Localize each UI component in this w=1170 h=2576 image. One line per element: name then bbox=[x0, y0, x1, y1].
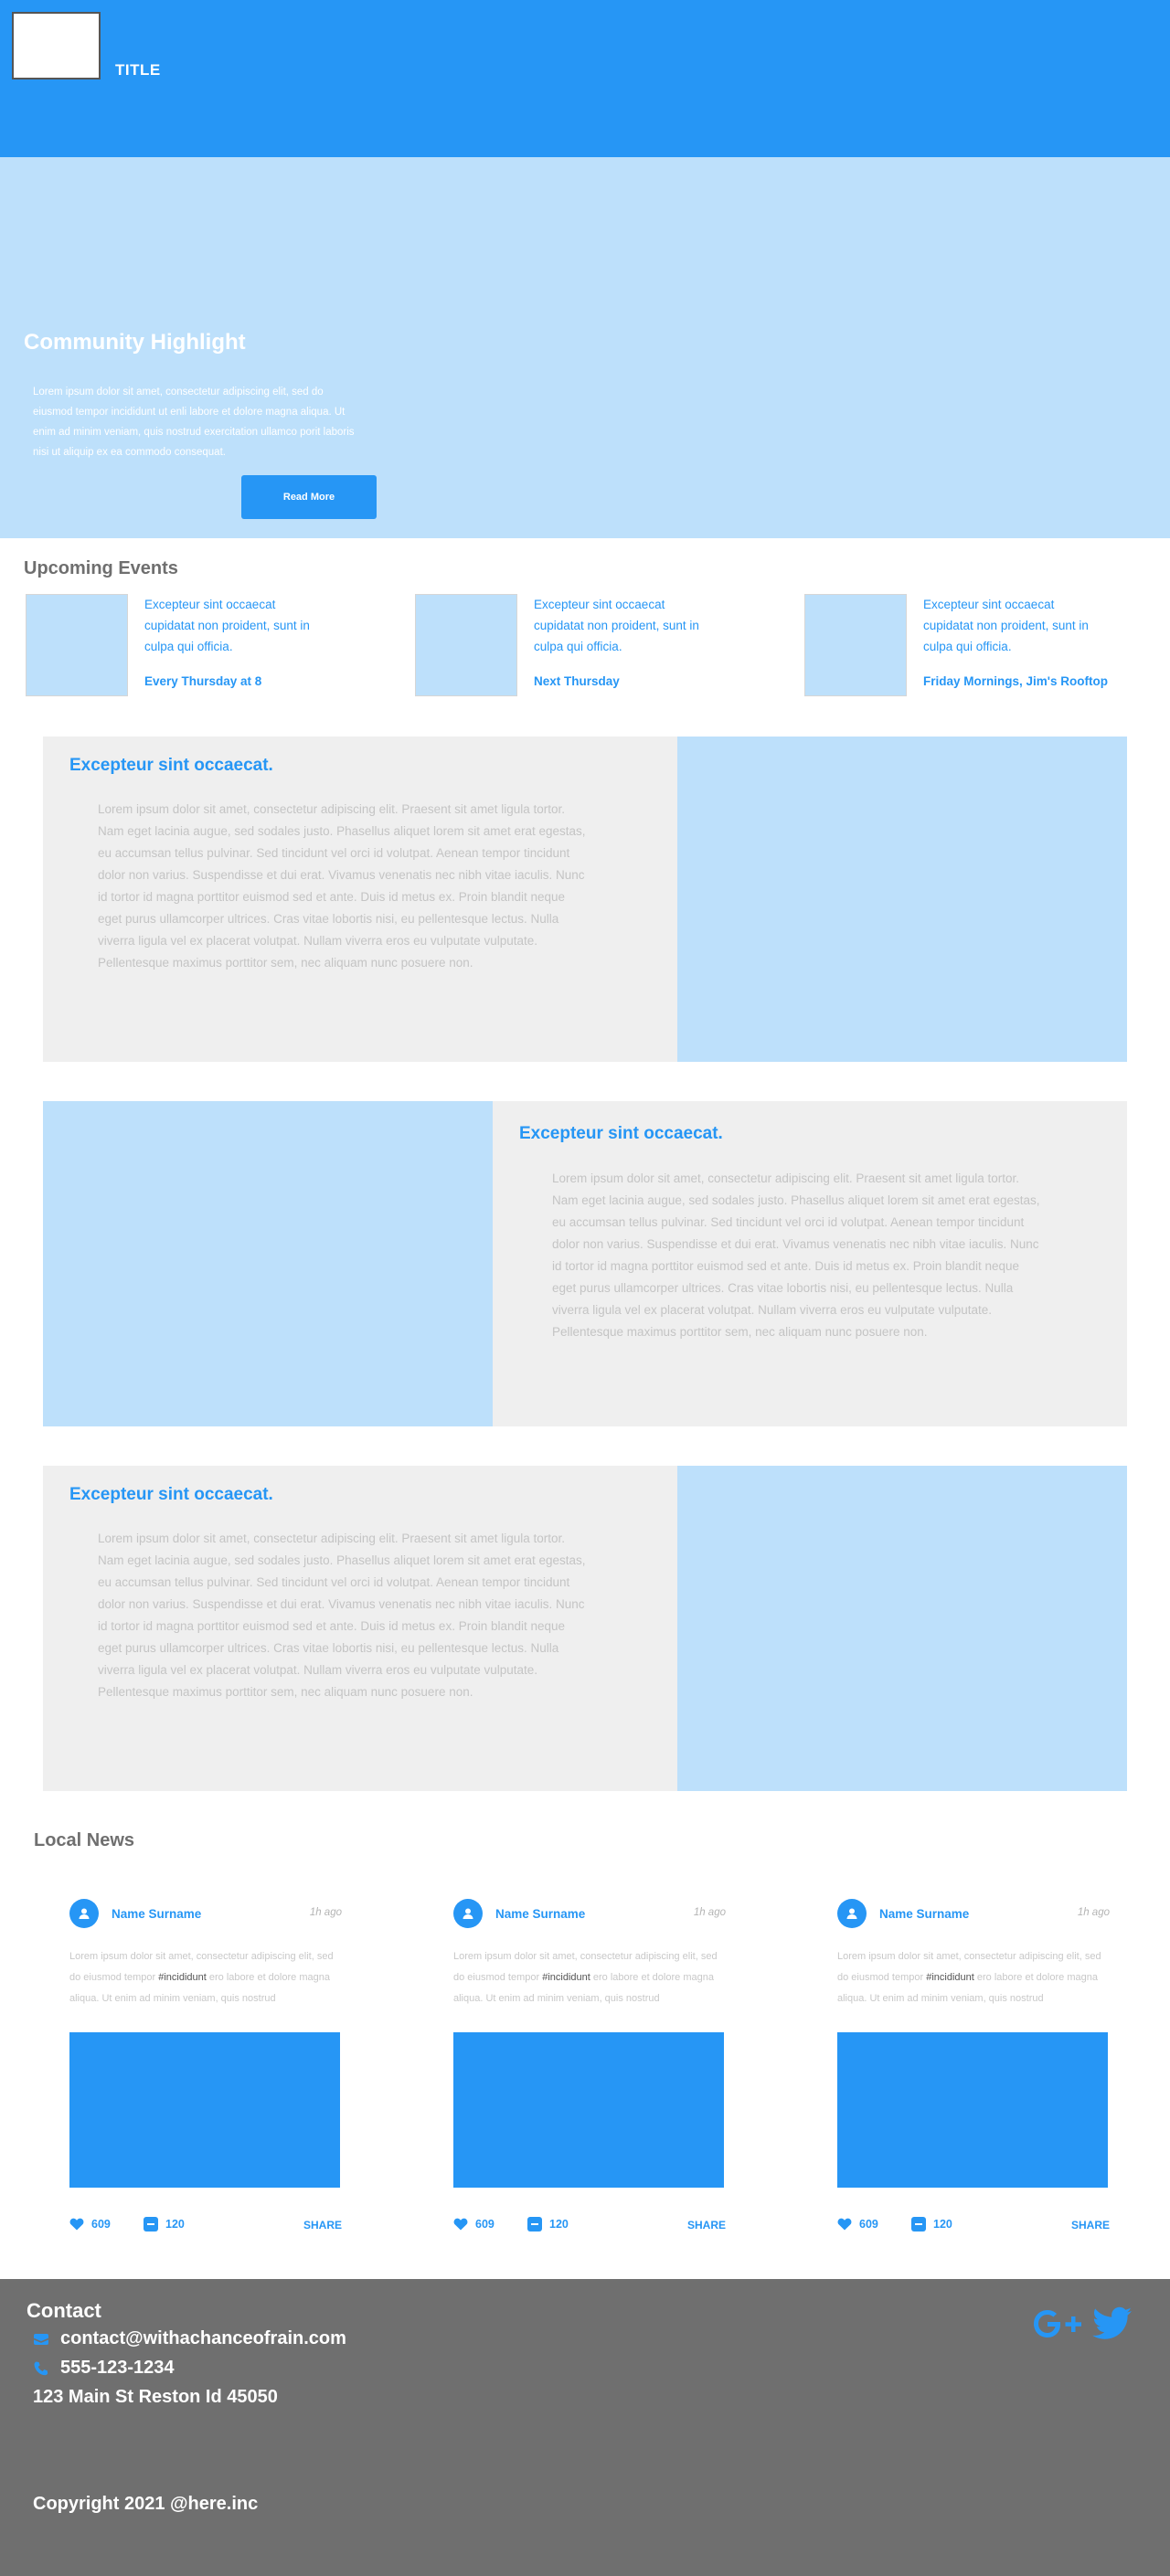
post-time: 1h ago bbox=[309, 1907, 342, 1918]
phone-number[interactable]: 555-123-1234 bbox=[60, 2358, 175, 2379]
feature-title: Excepteur sint occaecat. bbox=[69, 756, 273, 775]
author-name[interactable]: Name Surname bbox=[495, 1907, 585, 1921]
feature-image bbox=[43, 1101, 493, 1426]
hero-title: Community Highlight bbox=[24, 330, 246, 355]
post-actions: 609 120 SHARE bbox=[453, 2217, 726, 2235]
feature-block: Excepteur sint occaecat. Lorem ipsum dol… bbox=[43, 1466, 1127, 1791]
copyright: Copyright 2021 @here.inc bbox=[33, 2494, 259, 2514]
post-actions: 609 120 SHARE bbox=[837, 2217, 1110, 2235]
post-actions: 609 120 SHARE bbox=[69, 2217, 342, 2235]
feature-image bbox=[677, 1466, 1127, 1791]
news-card: Name Surname 1h ago Lorem ipsum dolor si… bbox=[453, 1893, 726, 2241]
hashtag-link[interactable]: #incididunt bbox=[542, 1972, 590, 1983]
event-thumbnail bbox=[26, 594, 128, 696]
email-link[interactable]: contact@withachanceofrain.com bbox=[60, 2328, 346, 2349]
comment-button[interactable]: 120 bbox=[911, 2217, 952, 2231]
like-count: 609 bbox=[475, 2217, 495, 2231]
heart-icon bbox=[69, 2218, 84, 2231]
feature-title: Excepteur sint occaecat. bbox=[519, 1124, 723, 1143]
share-button[interactable]: SHARE bbox=[303, 2219, 342, 2231]
feature-block: Excepteur sint occaecat. Lorem ipsum dol… bbox=[43, 737, 1127, 1062]
comment-button[interactable]: 120 bbox=[527, 2217, 569, 2231]
phone-icon bbox=[33, 2360, 49, 2377]
news-section-title: Local News bbox=[34, 1830, 135, 1850]
comment-count: 120 bbox=[165, 2218, 185, 2231]
post-image[interactable] bbox=[837, 2032, 1108, 2188]
avatar[interactable] bbox=[837, 1899, 867, 1928]
share-button[interactable]: SHARE bbox=[687, 2219, 726, 2231]
feature-title: Excepteur sint occaecat. bbox=[69, 1485, 273, 1504]
feature-text: Lorem ipsum dolor sit amet, consectetur … bbox=[552, 1171, 1040, 1339]
comment-icon bbox=[144, 2217, 158, 2231]
contact-email[interactable]: contact@withachanceofrain.com bbox=[33, 2328, 346, 2349]
contact-phone[interactable]: 555-123-1234 bbox=[33, 2358, 175, 2379]
address: 123 Main St Reston Id 45050 bbox=[33, 2387, 278, 2407]
post-time: 1h ago bbox=[693, 1907, 726, 1918]
post-text: Lorem ipsum dolor sit amet, consectetur … bbox=[69, 1951, 334, 2004]
event-card[interactable]: Excepteur sint occaecat cupidatat non pr… bbox=[804, 594, 1133, 699]
hashtag-link[interactable]: #incididunt bbox=[158, 1972, 207, 1983]
comment-count: 120 bbox=[933, 2218, 952, 2231]
site-header: TITLE bbox=[0, 0, 1170, 157]
user-icon bbox=[79, 1908, 90, 1919]
twitter-icon[interactable] bbox=[1091, 2305, 1133, 2348]
feature-text: Lorem ipsum dolor sit amet, consectetur … bbox=[98, 802, 586, 970]
mail-icon bbox=[33, 2331, 49, 2348]
like-count: 609 bbox=[859, 2217, 878, 2231]
event-description: Excepteur sint occaecat cupidatat non pr… bbox=[144, 598, 310, 653]
like-button[interactable]: 609 bbox=[837, 2217, 878, 2231]
news-card: Name Surname 1h ago Lorem ipsum dolor si… bbox=[69, 1893, 342, 2241]
user-icon bbox=[463, 1908, 473, 1919]
events-section-title: Upcoming Events bbox=[24, 558, 178, 578]
heart-icon bbox=[837, 2218, 852, 2231]
event-description: Excepteur sint occaecat cupidatat non pr… bbox=[534, 598, 699, 653]
feature-block: Excepteur sint occaecat. Lorem ipsum dol… bbox=[43, 1101, 1127, 1426]
like-button[interactable]: 609 bbox=[69, 2217, 111, 2231]
author-name[interactable]: Name Surname bbox=[879, 1907, 969, 1921]
news-card: Name Surname 1h ago Lorem ipsum dolor si… bbox=[837, 1893, 1110, 2241]
feature-image bbox=[677, 737, 1127, 1062]
event-card[interactable]: Excepteur sint occaecat cupidatat non pr… bbox=[415, 594, 744, 699]
like-count: 609 bbox=[91, 2217, 111, 2231]
hero-text: Lorem ipsum dolor sit amet, consectetur … bbox=[33, 387, 355, 458]
site-footer: Contact contact@withachanceofrain.com 55… bbox=[0, 2279, 1170, 2576]
post-image[interactable] bbox=[69, 2032, 340, 2188]
avatar[interactable] bbox=[453, 1899, 483, 1928]
logo-placeholder[interactable] bbox=[12, 12, 101, 80]
feature-text: Lorem ipsum dolor sit amet, consectetur … bbox=[98, 1532, 586, 1699]
event-thumbnail bbox=[804, 594, 907, 696]
event-time: Every Thursday at 8 bbox=[144, 674, 262, 688]
event-time: Next Thursday bbox=[534, 674, 620, 688]
event-description: Excepteur sint occaecat cupidatat non pr… bbox=[923, 598, 1089, 653]
event-card[interactable]: Excepteur sint occaecat cupidatat non pr… bbox=[26, 594, 355, 699]
post-image[interactable] bbox=[453, 2032, 724, 2188]
post-text: Lorem ipsum dolor sit amet, consectetur … bbox=[837, 1951, 1101, 2004]
event-time: Friday Mornings, Jim's Rooftop bbox=[923, 674, 1108, 688]
author-name[interactable]: Name Surname bbox=[112, 1907, 201, 1921]
contact-title: Contact bbox=[27, 2299, 101, 2322]
site-title: TITLE bbox=[115, 61, 161, 79]
hashtag-link[interactable]: #incididunt bbox=[926, 1972, 974, 1983]
like-button[interactable]: 609 bbox=[453, 2217, 495, 2231]
comment-icon bbox=[911, 2217, 926, 2231]
comment-count: 120 bbox=[549, 2218, 569, 2231]
comment-button[interactable]: 120 bbox=[144, 2217, 185, 2231]
comment-icon bbox=[527, 2217, 542, 2231]
avatar[interactable] bbox=[69, 1899, 99, 1928]
heart-icon bbox=[453, 2218, 468, 2231]
post-time: 1h ago bbox=[1077, 1907, 1110, 1918]
social-links bbox=[1031, 2305, 1133, 2348]
event-thumbnail bbox=[415, 594, 517, 696]
read-more-button[interactable]: Read More bbox=[241, 475, 377, 519]
google-plus-icon[interactable] bbox=[1031, 2305, 1086, 2348]
post-text: Lorem ipsum dolor sit amet, consectetur … bbox=[453, 1951, 718, 2004]
user-icon bbox=[846, 1908, 857, 1919]
hero-banner: Community Highlight Lorem ipsum dolor si… bbox=[0, 157, 1170, 538]
share-button[interactable]: SHARE bbox=[1071, 2219, 1110, 2231]
